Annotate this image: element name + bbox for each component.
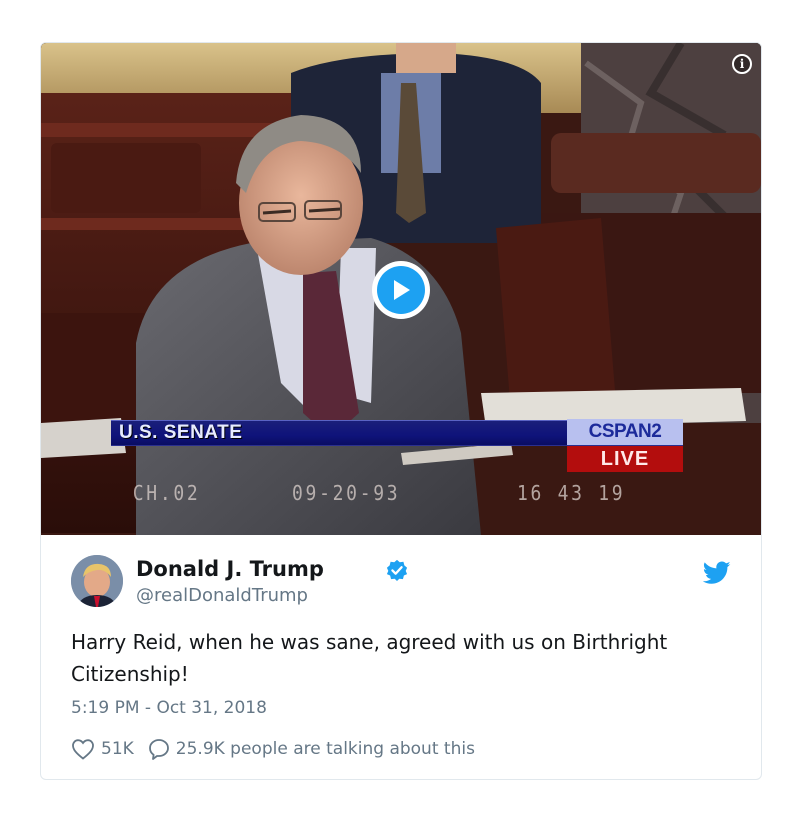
author-handle[interactable]: @realDonaldTrump xyxy=(136,585,308,606)
vhs-channel: CH.02 xyxy=(132,481,201,505)
video-player[interactable]: i U.S. SENATE CSPAN2 LIVE CH.02 09-20-93… xyxy=(41,43,761,535)
info-icon[interactable]: i xyxy=(732,54,752,74)
play-icon xyxy=(377,266,425,314)
like-count: 51K xyxy=(101,739,134,759)
twitter-bird-icon[interactable] xyxy=(703,561,731,585)
reply-button[interactable]: 25.9K people are talking about this xyxy=(148,738,475,760)
vhs-time: 16 43 19 xyxy=(517,481,626,505)
conversation-count: 25.9K people are talking about this xyxy=(175,739,475,759)
play-button[interactable] xyxy=(372,261,430,319)
vhs-date: 09-20-93 xyxy=(292,481,401,505)
tweet-timestamp[interactable]: 5:19 PM - Oct 31, 2018 xyxy=(71,698,267,718)
verified-badge-icon xyxy=(386,559,408,581)
channel-logo: CSPAN2 xyxy=(567,419,683,445)
avatar[interactable] xyxy=(71,555,123,607)
author-name[interactable]: Donald J. Trump xyxy=(136,557,324,581)
like-button[interactable]: 51K xyxy=(71,738,134,760)
network-label: U.S. SENATE xyxy=(119,422,243,443)
tweet-embed-card[interactable]: i U.S. SENATE CSPAN2 LIVE CH.02 09-20-93… xyxy=(40,42,762,780)
tweet-author: Donald J. Trump @realDonaldTrump xyxy=(71,555,731,611)
live-badge: LIVE xyxy=(567,446,683,472)
speech-bubble-icon xyxy=(148,739,169,760)
tweet-actions: 51K 25.9K people are talking about this xyxy=(71,737,475,761)
tweet-text: Harry Reid, when he was sane, agreed wit… xyxy=(71,630,668,686)
heart-icon xyxy=(72,739,94,760)
